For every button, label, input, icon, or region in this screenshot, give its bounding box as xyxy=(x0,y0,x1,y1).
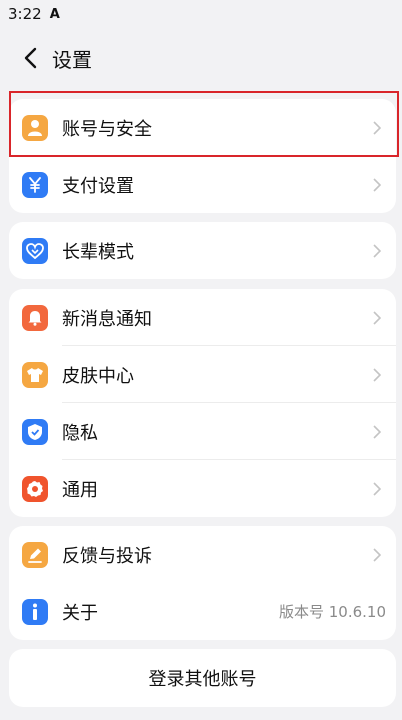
settings-item-notifications[interactable]: 新消息通知 xyxy=(9,289,396,346)
chevron-right-icon xyxy=(370,481,384,496)
edit-icon xyxy=(22,541,48,568)
chevron-left-icon xyxy=(24,47,37,69)
yuan-icon xyxy=(22,171,48,198)
shield-icon xyxy=(22,418,48,445)
settings-item-label: 长辈模式 xyxy=(62,241,134,263)
settings-item-elder-mode[interactable]: 长辈模式 xyxy=(9,222,396,279)
bell-icon xyxy=(22,304,48,331)
settings-item-label: 支付设置 xyxy=(62,175,134,197)
settings-item-payment[interactable]: 支付设置 xyxy=(9,156,396,213)
chevron-right-icon xyxy=(370,424,384,439)
card-account: 账号与安全 支付设置 xyxy=(9,99,396,213)
notification-a-icon: A xyxy=(49,6,60,22)
settings-item-about[interactable]: 关于 版本号 10.6.10 xyxy=(9,583,396,640)
settings-item-label: 皮肤中心 xyxy=(62,365,134,387)
heart-icon xyxy=(22,237,48,264)
page-title: 设置 xyxy=(52,47,92,72)
person-icon xyxy=(22,114,48,141)
back-button[interactable] xyxy=(10,36,50,80)
settings-item-label: 通用 xyxy=(62,479,98,501)
gear-icon xyxy=(22,475,48,502)
chevron-right-icon xyxy=(370,243,384,258)
settings-item-privacy[interactable]: 隐私 xyxy=(9,403,396,460)
settings-item-general[interactable]: 通用 xyxy=(9,460,396,517)
card-elder-mode: 长辈模式 xyxy=(9,222,396,279)
settings-item-account-security[interactable]: 账号与安全 xyxy=(9,99,396,156)
chevron-right-icon xyxy=(370,310,384,325)
settings-item-label: 隐私 xyxy=(62,422,98,444)
card-general: 新消息通知 皮肤中心 隐私 通用 xyxy=(9,289,396,517)
login-other-account-button[interactable]: 登录其他账号 xyxy=(9,649,396,707)
shirt-icon xyxy=(22,361,48,388)
status-bar: 3:22 A xyxy=(0,0,402,28)
card-support: 反馈与投诉 关于 版本号 10.6.10 xyxy=(9,526,396,640)
settings-item-label: 关于 xyxy=(62,602,98,624)
settings-item-label: 账号与安全 xyxy=(62,118,152,140)
settings-item-label: 反馈与投诉 xyxy=(62,545,152,567)
settings-item-feedback[interactable]: 反馈与投诉 xyxy=(9,526,396,583)
chevron-right-icon xyxy=(370,177,384,192)
info-icon xyxy=(22,598,48,625)
settings-item-label: 新消息通知 xyxy=(62,308,152,330)
status-time: 3:22 xyxy=(8,5,42,23)
chevron-right-icon xyxy=(370,120,384,135)
settings-item-skin-center[interactable]: 皮肤中心 xyxy=(9,346,396,403)
header: 设置 xyxy=(0,36,402,80)
chevron-right-icon xyxy=(370,367,384,382)
version-value: 版本号 10.6.10 xyxy=(278,603,386,621)
chevron-right-icon xyxy=(370,547,384,562)
